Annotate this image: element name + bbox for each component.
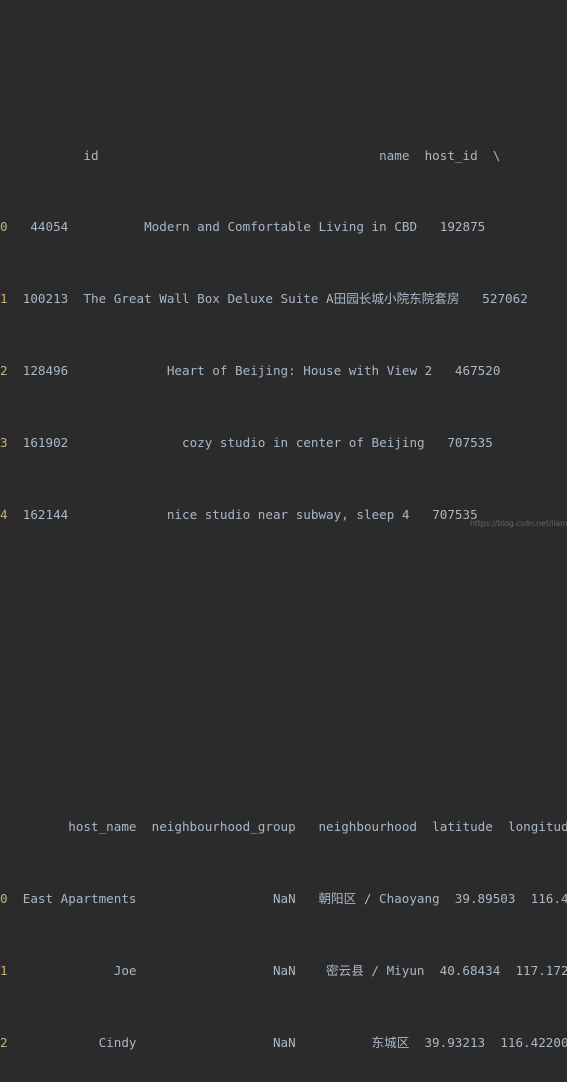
dataframe-block-2: host_name neighbourhood_group neighbourh…	[0, 767, 567, 1082]
table-row: 4 162144 nice studio near subway, sleep …	[0, 503, 567, 527]
row-index: 2	[0, 363, 8, 378]
row-values: Joe NaN 密云县 / Miyun 40.68434 117.17231	[7, 963, 567, 978]
row-values: East Apartments NaN 朝阳区 / Chaoyang 39.89…	[7, 891, 567, 906]
dataframe-output-console: id name host_id \ 0 44054 Modern and Com…	[0, 0, 567, 1050]
table-row: 2 Cindy NaN 东城区 39.93213 116.42200	[0, 1031, 567, 1055]
row-index: 0	[0, 891, 8, 906]
row-index: 1	[0, 291, 8, 306]
table-row: 0 44054 Modern and Comfortable Living in…	[0, 215, 567, 239]
table-row: 3 161902 cozy studio in center of Beijin…	[0, 431, 567, 455]
row-index: 4	[0, 507, 8, 522]
row-index: 2	[0, 1035, 8, 1050]
table-row: 1 100213 The Great Wall Box Deluxe Suite…	[0, 287, 567, 311]
row-values: 128496 Heart of Beijing: House with View…	[7, 363, 501, 378]
row-index: 1	[0, 963, 8, 978]
block-separator	[0, 647, 567, 671]
row-values: Cindy NaN 东城区 39.93213 116.42200	[7, 1035, 567, 1050]
row-index: 0	[0, 219, 8, 234]
column-header-row: host_name neighbourhood_group neighbourh…	[0, 819, 567, 834]
table-row: 1 Joe NaN 密云县 / Miyun 40.68434 117.17231	[0, 959, 567, 983]
row-values: 44054 Modern and Comfortable Living in C…	[7, 219, 486, 234]
row-values: 161902 cozy studio in center of Beijing …	[7, 435, 493, 450]
table-row: 2 128496 Heart of Beijing: House with Vi…	[0, 359, 567, 383]
table-row: 0 East Apartments NaN 朝阳区 / Chaoyang 39.…	[0, 887, 567, 911]
row-values: 100213 The Great Wall Box Deluxe Suite A…	[7, 291, 528, 306]
column-header-row: id name host_id \	[0, 148, 501, 163]
row-values: 162144 nice studio near subway, sleep 4 …	[7, 507, 478, 522]
row-index: 3	[0, 435, 8, 450]
dataframe-block-1: id name host_id \ 0 44054 Modern and Com…	[0, 96, 567, 575]
